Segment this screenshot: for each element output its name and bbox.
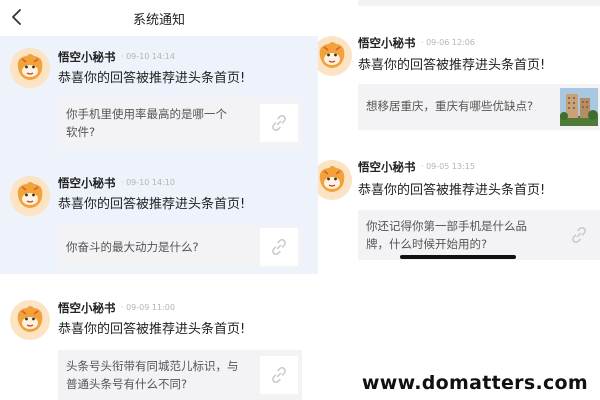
timestamp: · 09-06 12:06 [421, 38, 475, 47]
notification-message: 恭喜你的回答被推荐进头条首页! [358, 183, 546, 198]
link-icon [272, 115, 286, 131]
monkey-mascot-icon [10, 176, 50, 216]
link-icon [272, 239, 286, 255]
question-text: 你奋斗的最大动力是什么? [66, 240, 199, 254]
page-title: 系统通知 [132, 13, 185, 28]
avatar [10, 48, 50, 88]
home-indicator-bar[interactable] [400, 255, 516, 259]
previous-card-edge [358, 0, 600, 6]
link-thumbnail[interactable] [560, 216, 598, 254]
avatar [318, 160, 352, 200]
monkey-mascot-icon [318, 36, 352, 76]
building-thumbnail-image[interactable] [560, 88, 598, 126]
link-thumbnail[interactable] [260, 228, 298, 266]
top-nav-bar: 系统通知 [0, 0, 318, 34]
avatar [10, 176, 50, 216]
link-icon [572, 227, 586, 243]
question-link-box[interactable]: 你手机里使用率最高的是哪一个 软件? [58, 98, 302, 148]
timestamp: · 09-10 14:10 [121, 178, 175, 187]
link-thumbnail[interactable] [260, 104, 298, 142]
question-link-box[interactable]: 想移居重庆，重庆有哪些优缺点? [358, 84, 600, 130]
sender-name: 悟空小秘书 [58, 301, 116, 315]
left-screenshot-panel: 系统通知 悟空小秘书 · 09-10 14:14 恭喜你的回答被推荐进头条首页!… [0, 0, 318, 400]
question-link-box[interactable]: 头条号头衔带有同城范儿标识，与 普通头条号有什么不同? [58, 350, 302, 400]
building-photo-icon [560, 88, 598, 126]
sender-name: 悟空小秘书 [358, 160, 416, 174]
watermark-text: www.domatters.com [361, 372, 588, 394]
notification-card[interactable]: 悟空小秘书 · 09-10 14:10 恭喜你的回答被推荐进头条首页! 你奋斗的… [0, 164, 318, 274]
question-link-box[interactable]: 你还记得你第一部手机是什么品 牌，什么时候开始用的? [358, 210, 600, 260]
notification-card[interactable]: 悟空小秘书 · 09-06 12:06 恭喜你的回答被推荐进头条首页! 想移居重… [318, 24, 600, 140]
question-text: 头条号头衔带有同城范儿标识，与 普通头条号有什么不同? [66, 359, 239, 391]
notification-message: 恭喜你的回答被推荐进头条首页! [58, 71, 246, 86]
sender-name: 悟空小秘书 [58, 176, 116, 190]
monkey-mascot-icon [10, 300, 50, 340]
sender-name: 悟空小秘书 [358, 36, 416, 50]
timestamp: · 09-09 11:00 [121, 303, 175, 312]
question-text: 你手机里使用率最高的是哪一个 软件? [66, 107, 227, 139]
notification-card[interactable]: 悟空小秘书 · 09-09 11:00 恭喜你的回答被推荐进头条首页! 头条号头… [0, 286, 318, 400]
notification-message: 恭喜你的回答被推荐进头条首页! [358, 58, 546, 73]
link-thumbnail[interactable] [260, 356, 298, 394]
sender-name: 悟空小秘书 [58, 50, 116, 64]
question-link-box[interactable]: 你奋斗的最大动力是什么? [58, 226, 302, 268]
notification-card[interactable]: 悟空小秘书 · 09-10 14:14 恭喜你的回答被推荐进头条首页! 你手机里… [0, 36, 318, 164]
question-text: 你还记得你第一部手机是什么品 牌，什么时候开始用的? [366, 219, 527, 251]
timestamp: · 09-10 14:14 [121, 52, 175, 61]
avatar [10, 300, 50, 340]
notification-card[interactable]: 悟空小秘书 · 09-05 13:15 恭喜你的回答被推荐进头条首页! 你还记得… [318, 150, 600, 270]
timestamp: · 09-05 13:15 [421, 162, 475, 171]
notification-message: 恭喜你的回答被推荐进头条首页! [58, 322, 246, 337]
monkey-mascot-icon [318, 160, 352, 200]
monkey-mascot-icon [10, 48, 50, 88]
notification-message: 恭喜你的回答被推荐进头条首页! [58, 197, 246, 212]
avatar [318, 36, 352, 76]
question-text: 想移居重庆，重庆有哪些优缺点? [366, 99, 534, 113]
right-screenshot-panel: 悟空小秘书 · 09-06 12:06 恭喜你的回答被推荐进头条首页! 想移居重… [318, 0, 600, 400]
link-icon [272, 367, 286, 383]
